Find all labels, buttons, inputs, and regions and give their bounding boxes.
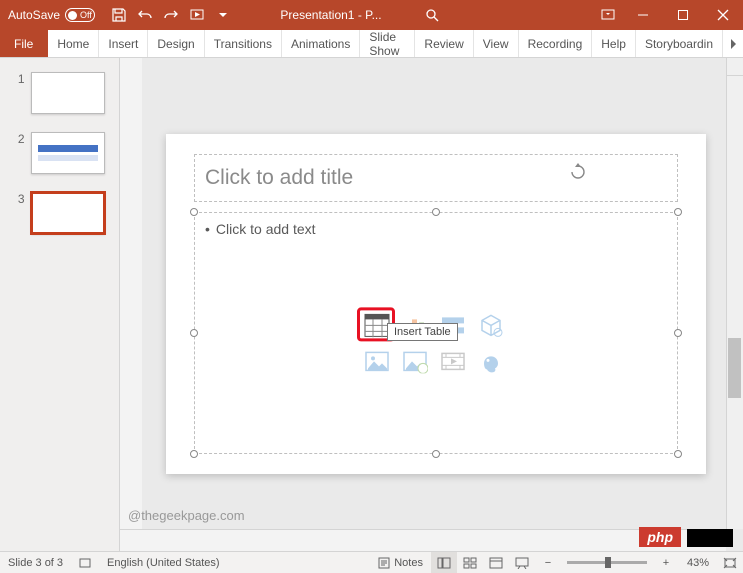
thumbnail-number: 3 bbox=[15, 192, 25, 234]
thumbnail-preview[interactable] bbox=[31, 132, 105, 174]
fit-to-window-icon[interactable] bbox=[717, 552, 743, 573]
insert-picture-icon[interactable] bbox=[362, 348, 392, 374]
close-button[interactable] bbox=[703, 0, 743, 30]
quick-access-toolbar bbox=[107, 3, 235, 27]
normal-view-icon[interactable] bbox=[431, 552, 457, 573]
thumbnail-2[interactable]: 2 bbox=[15, 132, 105, 174]
thumb-content-bar bbox=[38, 155, 98, 161]
zoom-in-button[interactable]: + bbox=[653, 552, 679, 573]
undo-button[interactable] bbox=[133, 3, 157, 27]
thumbnail-preview[interactable] bbox=[31, 72, 105, 114]
reading-view-icon[interactable] bbox=[483, 552, 509, 573]
insert-3d-model-icon[interactable] bbox=[476, 312, 506, 338]
resize-handle[interactable] bbox=[432, 208, 440, 216]
status-right-group: Notes − + 43% bbox=[370, 552, 743, 573]
title-placeholder-text: Click to add title bbox=[205, 166, 353, 190]
zoom-level[interactable]: 43% bbox=[679, 552, 717, 573]
tooltip: Insert Table bbox=[387, 323, 458, 341]
insert-online-picture-icon[interactable] bbox=[400, 348, 430, 374]
tab-view[interactable]: View bbox=[474, 30, 519, 57]
redo-button[interactable] bbox=[159, 3, 183, 27]
tab-review[interactable]: Review bbox=[415, 30, 473, 57]
window-controls bbox=[593, 0, 743, 30]
slide-sorter-view-icon[interactable] bbox=[457, 552, 483, 573]
thumbnail-3[interactable]: 3 bbox=[15, 192, 105, 234]
content-placeholder[interactable]: Click to add text bbox=[194, 212, 678, 454]
ruler bbox=[120, 58, 142, 529]
watermark-text: @thegeekpage.com bbox=[128, 508, 245, 523]
save-button[interactable] bbox=[107, 3, 131, 27]
notes-button[interactable]: Notes bbox=[370, 552, 431, 573]
zoom-out-button[interactable]: − bbox=[535, 552, 561, 573]
notes-label: Notes bbox=[394, 557, 423, 569]
black-badge bbox=[687, 529, 733, 547]
tab-transitions[interactable]: Transitions bbox=[205, 30, 282, 57]
minimize-button[interactable] bbox=[623, 0, 663, 30]
insert-video-icon[interactable] bbox=[438, 348, 468, 374]
autosave-switch[interactable]: Off bbox=[65, 8, 95, 22]
tab-file[interactable]: File bbox=[0, 30, 48, 57]
maximize-button[interactable] bbox=[663, 0, 703, 30]
toggle-knob bbox=[68, 11, 77, 20]
autosave-label: AutoSave bbox=[8, 8, 60, 22]
title-bar: AutoSave Off Presentation1 - P... bbox=[0, 0, 743, 30]
tab-storyboarding[interactable]: Storyboardin bbox=[636, 30, 723, 57]
slide-counter[interactable]: Slide 3 of 3 bbox=[0, 552, 71, 573]
tab-animations[interactable]: Animations bbox=[282, 30, 360, 57]
ribbon-tabs: File Home Insert Design Transitions Anim… bbox=[0, 30, 743, 58]
slide[interactable]: Click to add title Click to add text bbox=[166, 134, 706, 474]
resize-handle[interactable] bbox=[432, 450, 440, 458]
tab-slide-show[interactable]: Slide Show bbox=[360, 30, 415, 57]
status-bar: Slide 3 of 3 English (United States) Not… bbox=[0, 551, 743, 573]
thumb-content-bar bbox=[38, 145, 98, 152]
zoom-slider[interactable] bbox=[567, 561, 647, 564]
resize-handle[interactable] bbox=[674, 450, 682, 458]
search-icon[interactable] bbox=[420, 3, 444, 27]
tab-design[interactable]: Design bbox=[148, 30, 204, 57]
content-insert-icons bbox=[362, 312, 510, 378]
insert-icon-icon[interactable] bbox=[476, 348, 506, 374]
resize-handle[interactable] bbox=[190, 208, 198, 216]
slide-canvas-area: Click to add title Click to add text bbox=[120, 58, 743, 555]
rotate-handle-icon[interactable] bbox=[569, 163, 587, 187]
resize-handle[interactable] bbox=[190, 329, 198, 337]
content-placeholder-text: Click to add text bbox=[205, 221, 667, 237]
resize-handle[interactable] bbox=[674, 208, 682, 216]
php-badge: php bbox=[639, 527, 681, 547]
tab-recording[interactable]: Recording bbox=[519, 30, 593, 57]
tab-help[interactable]: Help bbox=[592, 30, 636, 57]
autosave-state: Off bbox=[80, 10, 92, 20]
main-area: 1 2 3 Click to add title Click t bbox=[0, 58, 743, 555]
autosave-toggle[interactable]: AutoSave Off bbox=[0, 8, 103, 22]
start-from-beginning-button[interactable] bbox=[185, 3, 209, 27]
resize-handle[interactable] bbox=[190, 450, 198, 458]
language-indicator[interactable]: English (United States) bbox=[99, 552, 228, 573]
ribbon-display-options-icon[interactable] bbox=[593, 0, 623, 30]
document-title: Presentation1 - P... bbox=[280, 8, 381, 22]
thumbnail-1[interactable]: 1 bbox=[15, 72, 105, 114]
thumbnail-number: 1 bbox=[15, 72, 25, 114]
thumbnail-number: 2 bbox=[15, 132, 25, 174]
tab-home[interactable]: Home bbox=[48, 30, 99, 57]
slide-thumbnail-panel: 1 2 3 bbox=[0, 58, 120, 555]
title-placeholder[interactable]: Click to add title bbox=[194, 154, 678, 202]
accessibility-icon[interactable] bbox=[71, 552, 99, 573]
scroll-thumb[interactable] bbox=[728, 338, 741, 398]
thumbnail-preview-selected[interactable] bbox=[31, 192, 105, 234]
tab-insert[interactable]: Insert bbox=[99, 30, 148, 57]
vertical-scrollbar[interactable] bbox=[726, 58, 743, 529]
ribbon-overflow-icon[interactable] bbox=[723, 30, 743, 57]
qat-more-button[interactable] bbox=[211, 3, 235, 27]
resize-handle[interactable] bbox=[674, 329, 682, 337]
slideshow-view-icon[interactable] bbox=[509, 552, 535, 573]
